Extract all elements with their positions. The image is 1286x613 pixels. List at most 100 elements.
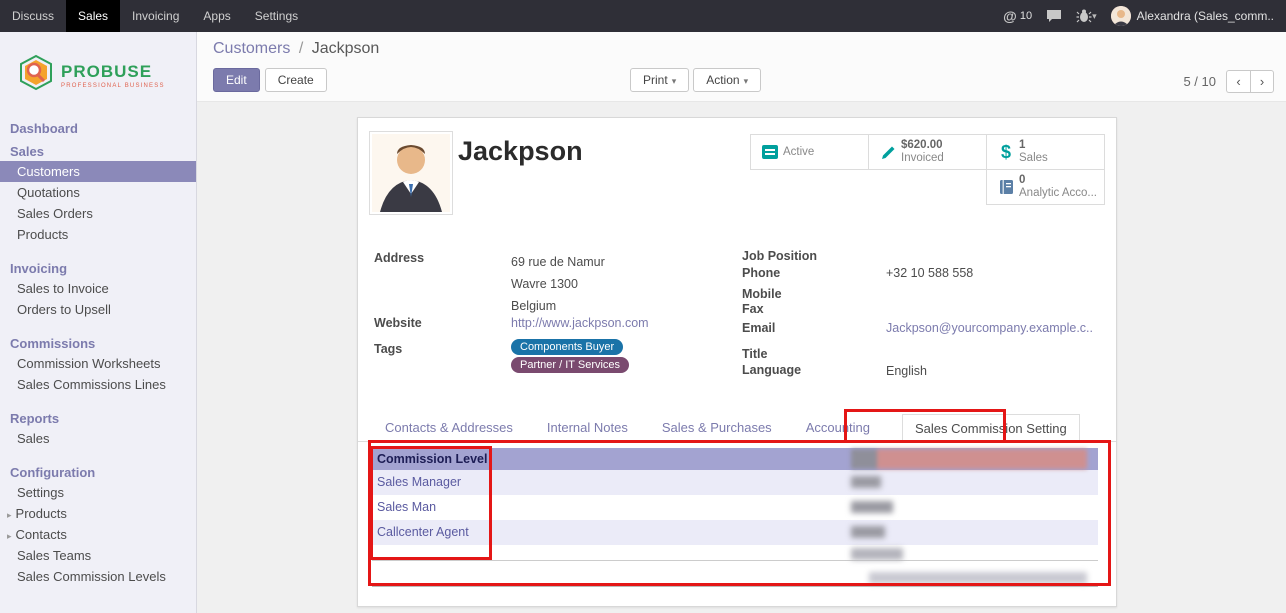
table-row-callcenter-agent[interactable]: Callcenter Agent [372, 520, 1098, 545]
breadcrumb-record: Jackpson [312, 40, 380, 57]
sidebar-section-sales[interactable]: Sales [0, 142, 196, 161]
sidebar-item-label: Contacts [16, 527, 67, 542]
address-line2: Wavre 1300 [511, 273, 605, 295]
mention-count: 10 [1020, 10, 1032, 22]
sidebar-section-dashboard[interactable]: Dashboard [0, 119, 196, 138]
sidebar-item-label: Products [16, 506, 67, 521]
dollar-icon: $ [993, 142, 1019, 163]
redacted-cell [851, 526, 885, 538]
sidebar-section-reports[interactable]: Reports [0, 409, 196, 428]
sidebar-item-settings[interactable]: Settings [0, 482, 196, 503]
tab-accounting[interactable]: Accounting [804, 414, 872, 441]
table-row-sales-manager[interactable]: Sales Manager [372, 470, 1098, 495]
sidebar-item-sales-report[interactable]: Sales [0, 428, 196, 449]
tags-label: Tags [374, 342, 402, 356]
tab-sales-commission-setting[interactable]: Sales Commission Setting [902, 414, 1080, 442]
top-menu: Discuss Sales Invoicing Apps Settings [0, 0, 310, 32]
sidebar-item-orders-to-upsell[interactable]: Orders to Upsell [0, 299, 196, 320]
stat-label: Active [783, 146, 814, 158]
sidebar-item-contacts-config[interactable]: ▸Contacts [0, 524, 196, 545]
redacted-cell [851, 476, 881, 488]
tab-contacts-addresses[interactable]: Contacts & Addresses [383, 414, 515, 441]
stat-value: 0 [1019, 174, 1097, 187]
sidebar-section-invoicing[interactable]: Invoicing [0, 259, 196, 278]
customer-name-title: Jackpson [458, 136, 583, 167]
active-toggle-icon [757, 145, 783, 159]
breadcrumb-customers[interactable]: Customers [213, 40, 290, 57]
at-icon: @ [1003, 8, 1017, 24]
phone-value: +32 10 588 558 [886, 266, 973, 280]
language-value: English [886, 364, 927, 378]
sidebar-section-commissions[interactable]: Commissions [0, 334, 196, 353]
edit-button[interactable]: Edit [213, 68, 260, 92]
logo-subtitle: PROFESSIONAL BUSINESS [61, 83, 165, 89]
stat-label: Sales [1019, 152, 1048, 165]
action-dropdown-button[interactable]: Action ▾ [693, 68, 761, 92]
redacted-footer-cell [869, 572, 1087, 584]
pager-counter: 5 / 10 [1183, 74, 1216, 89]
sidebar-item-products[interactable]: Products [0, 224, 196, 245]
website-link[interactable]: http://www.jackpson.com [511, 316, 649, 330]
messages-icon[interactable] [1046, 9, 1062, 23]
tag-partner-it-services[interactable]: Partner / IT Services [511, 357, 629, 373]
form-view-area: Jackpson Active $620.00 [197, 102, 1286, 613]
sidebar-item-sales-orders[interactable]: Sales Orders [0, 203, 196, 224]
address-label: Address [374, 251, 424, 265]
sidebar-item-sales-to-invoice[interactable]: Sales to Invoice [0, 278, 196, 299]
pager-previous-button[interactable]: ‹ [1226, 70, 1250, 93]
menu-sales[interactable]: Sales [66, 0, 120, 32]
create-button[interactable]: Create [265, 68, 327, 92]
tag-components-buyer[interactable]: Components Buyer [511, 339, 623, 355]
chevron-down-icon: ▾ [1092, 11, 1097, 22]
sidebar-item-sales-commissions-lines[interactable]: Sales Commissions Lines [0, 374, 196, 395]
chevron-down-icon: ▾ [672, 76, 677, 86]
sidebar-item-products-config[interactable]: ▸Products [0, 503, 196, 524]
menu-apps[interactable]: Apps [191, 0, 242, 32]
active-stat-button[interactable]: Active [750, 134, 869, 170]
stat-label: Analytic Acco... [1019, 187, 1097, 200]
mentions-button[interactable]: @ 10 [1003, 8, 1032, 24]
customer-photo[interactable] [369, 131, 453, 215]
sidebar: PROBUSE PROFESSIONAL BUSINESS Dashboard … [0, 32, 197, 613]
invoiced-stat-button[interactable]: $620.00 Invoiced [868, 134, 987, 170]
email-label: Email [742, 321, 775, 335]
probuse-logo-icon [18, 54, 54, 97]
user-name: Alexandra (Sales_comm.. [1137, 9, 1274, 23]
action-label: Action [706, 73, 739, 87]
table-empty-row [372, 545, 1098, 561]
print-dropdown-button[interactable]: Print▾ [630, 68, 689, 92]
user-menu[interactable]: Alexandra (Sales_comm.. [1111, 6, 1274, 26]
topbar-right: @ 10 ▾ Alexandra (Sales_comm.. [1003, 0, 1286, 32]
pager-next-button[interactable]: › [1250, 70, 1274, 93]
menu-settings[interactable]: Settings [243, 0, 310, 32]
stat-value: 1 [1019, 139, 1048, 152]
main-content: Customers / Jackpson Edit Create Print▾ … [197, 32, 1286, 613]
sidebar-section-configuration[interactable]: Configuration [0, 463, 196, 482]
menu-discuss[interactable]: Discuss [0, 0, 66, 32]
sidebar-item-quotations[interactable]: Quotations [0, 182, 196, 203]
tab-internal-notes[interactable]: Internal Notes [545, 414, 630, 441]
phone-label: Phone [742, 266, 780, 280]
tab-sales-purchases[interactable]: Sales & Purchases [660, 414, 774, 441]
email-link[interactable]: Jackpson@yourcompany.example.c.. [886, 321, 1093, 335]
sidebar-item-sales-teams[interactable]: Sales Teams [0, 545, 196, 566]
control-panel: Customers / Jackpson Edit Create Print▾ … [197, 32, 1286, 102]
record-action-buttons: Print▾ Action ▾ [630, 68, 761, 92]
menu-invoicing[interactable]: Invoicing [120, 0, 191, 32]
sidebar-item-customers[interactable]: Customers [0, 161, 196, 182]
website-label: Website [374, 316, 422, 330]
sidebar-item-commission-worksheets[interactable]: Commission Worksheets [0, 353, 196, 374]
chevron-down-icon: ▾ [744, 76, 749, 86]
sales-stat-button[interactable]: $ 1 Sales [986, 134, 1105, 170]
sidebar-item-sales-commission-levels[interactable]: Sales Commission Levels [0, 566, 196, 587]
commission-level-table: Commission Level Sales Manager Sales Man… [372, 448, 1098, 587]
debug-bug-icon[interactable]: ▾ [1076, 9, 1097, 23]
table-row-sales-man[interactable]: Sales Man [372, 495, 1098, 520]
stat-buttons: Active $620.00 Invoiced $ [750, 134, 1106, 206]
analytic-accounts-stat-button[interactable]: 0 Analytic Acco... [986, 169, 1105, 205]
sidebar-nav: Dashboard Sales Customers Quotations Sal… [0, 119, 196, 587]
fax-label: Fax [742, 302, 764, 316]
address-line1: 69 rue de Namur [511, 251, 605, 273]
language-label: Language [742, 363, 801, 377]
stat-label: Invoiced [901, 152, 944, 165]
